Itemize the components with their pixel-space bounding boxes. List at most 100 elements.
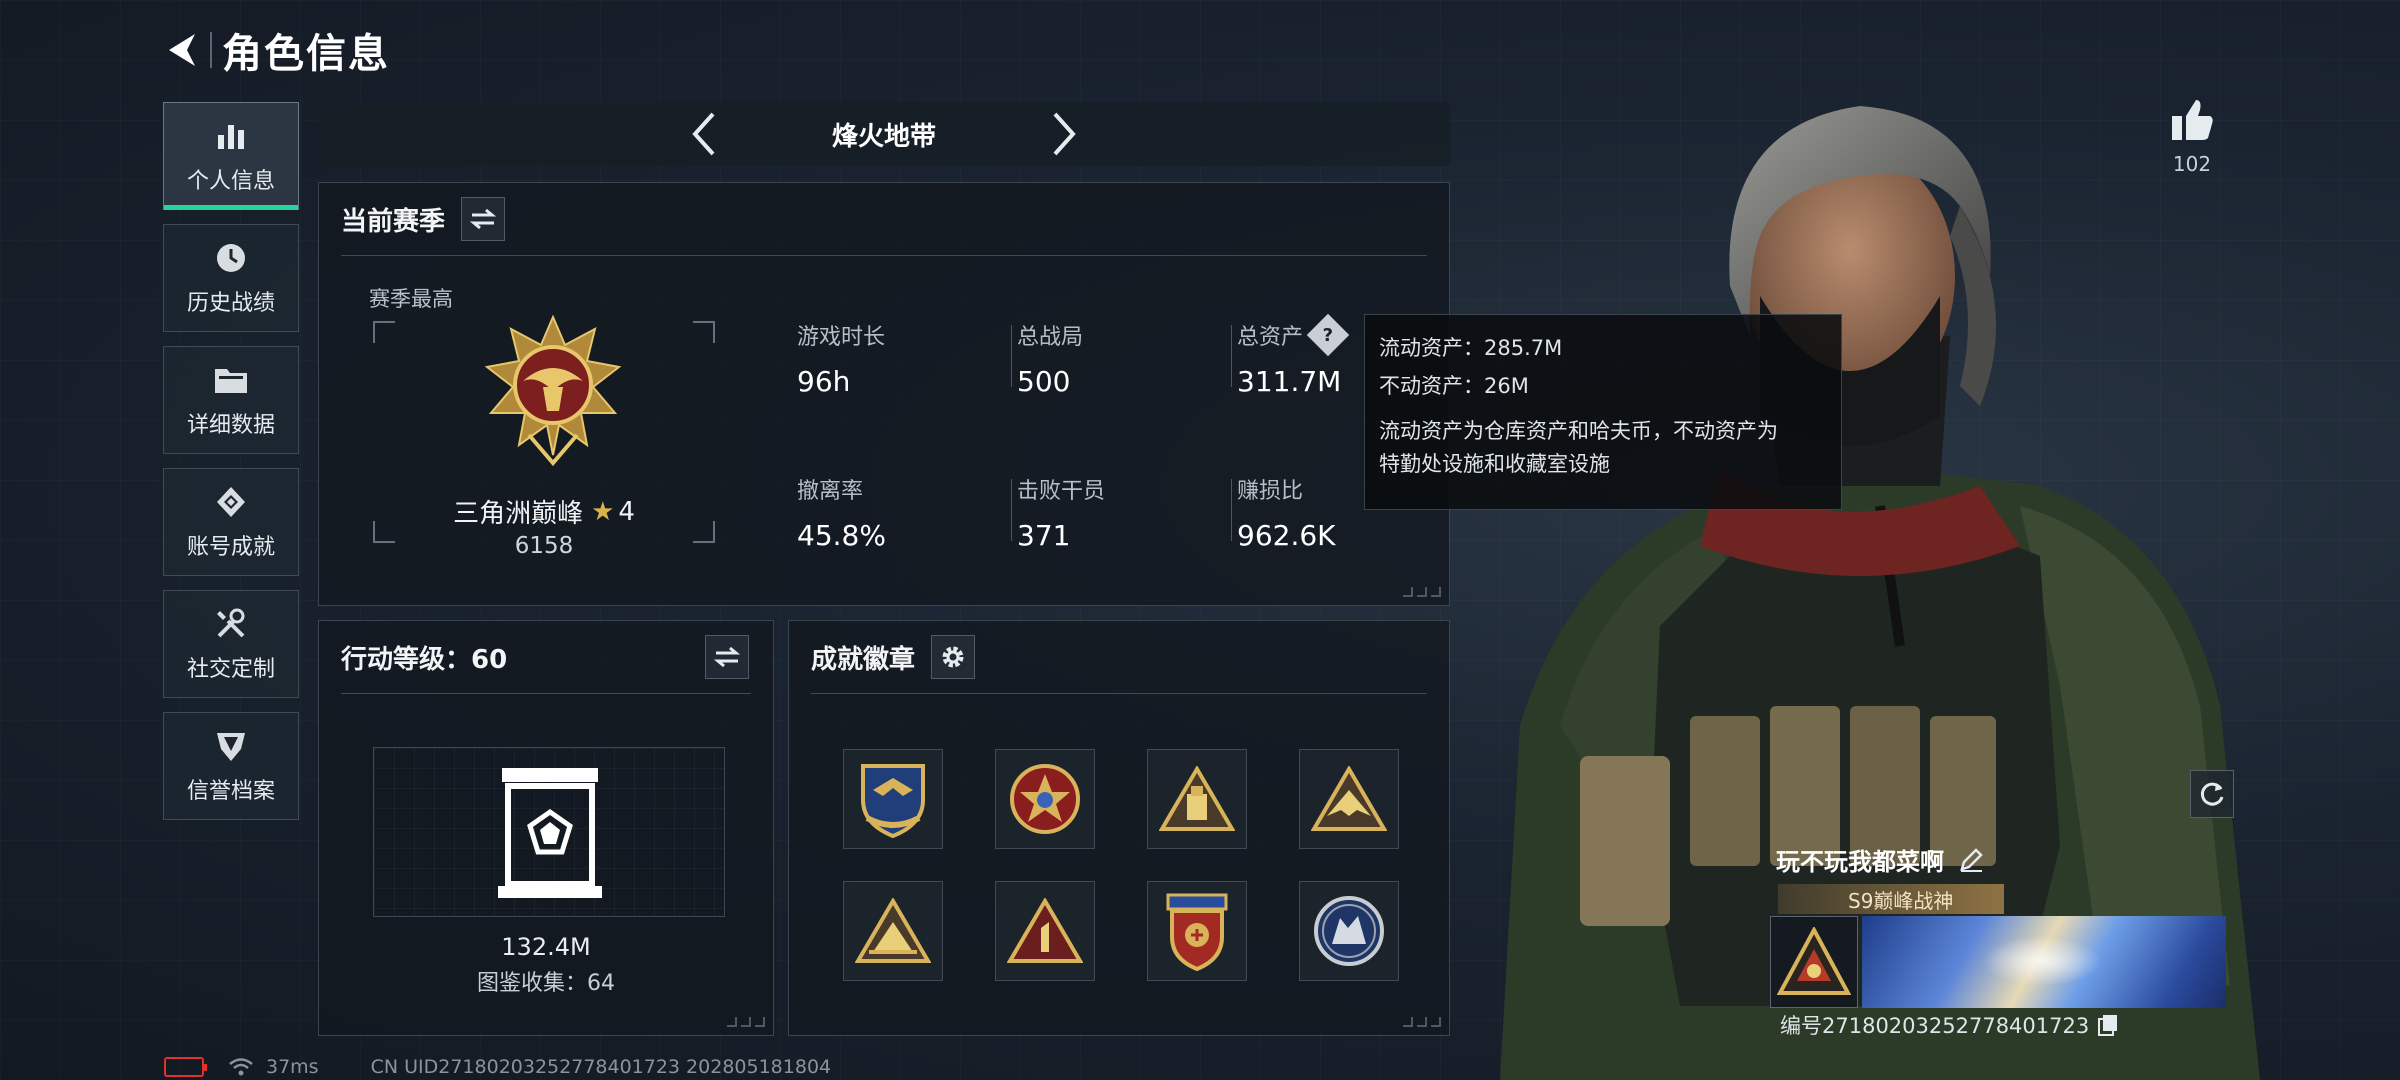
mode-next-button[interactable] (1039, 106, 1089, 162)
mode-selector: 烽火地带 (318, 102, 1450, 166)
badge-grid (843, 749, 1399, 981)
triangle-pyramid-badge-icon (855, 898, 931, 963)
corner-decoration (1403, 1017, 1441, 1027)
back-button[interactable] (160, 27, 206, 73)
sidebar-item-reputation[interactable]: 信誉档案 (163, 712, 299, 820)
badge-slot[interactable] (1299, 749, 1399, 849)
status-bar: 37ms CN UID271802032527784017​23 2028051… (164, 1054, 831, 1080)
badge-slot[interactable] (843, 749, 943, 849)
player-name-text: 玩不玩我都菜啊 (1776, 848, 1944, 876)
card-emblem (1770, 916, 1858, 1008)
collection-case-icon (498, 768, 602, 898)
tooltip-description-line2: 特勤处设施和收藏室设施 (1379, 452, 1610, 476)
stat-label-row: 总资产 ? (1237, 313, 1367, 357)
player-id: 编号271802032527784017​23 (1780, 1010, 2119, 1040)
help-icon[interactable]: ? (1306, 313, 1350, 357)
sidebar-item-label: 社交定制 (186, 657, 275, 682)
corner-decoration (727, 1017, 765, 1027)
tooltip-liquid-assets: 流动资产：285.7M (1379, 336, 1563, 360)
rank-name: 三角洲巅峰 (453, 499, 584, 529)
stat-play-time: 游戏时长 96h (797, 319, 997, 398)
badge-slot[interactable] (1299, 881, 1399, 981)
stat-value: 371 (1017, 519, 1071, 552)
triangle-tower-badge-icon (1159, 766, 1235, 831)
bar-chart-icon (212, 117, 250, 155)
shield-icon (212, 727, 250, 765)
season-header: 当前赛季 (341, 197, 506, 241)
stat-value: 311.7M (1237, 365, 1342, 398)
mode-prev-button[interactable] (679, 106, 729, 162)
sidebar-item-label: 信誉档案 (186, 779, 275, 804)
crest-badge-icon (1166, 893, 1228, 971)
uid-text: CN UID271802032527784017​23 202805181804 (370, 1056, 832, 1078)
stat-label: 总战局 (1017, 325, 1084, 350)
edit-icon[interactable] (1958, 847, 1984, 873)
page-title: 角色信息 (222, 31, 390, 77)
header-divider (210, 32, 212, 68)
triangle-wings-badge-icon (1311, 766, 1387, 831)
title-badge[interactable]: S9巅峰战神 (1778, 884, 2004, 914)
gear-icon (942, 646, 964, 668)
season-best-label: 赛季最高 (369, 287, 453, 311)
round-wolf-badge-icon (1314, 896, 1384, 966)
stat-total-matches: 总战局 500 (1017, 319, 1217, 398)
rank-emblem-icon (484, 315, 622, 467)
season-switch-button[interactable] (461, 197, 506, 241)
thumbs-up-icon[interactable] (2168, 96, 2216, 144)
rotate-icon (2200, 782, 2224, 806)
season-title: 当前赛季 (341, 206, 446, 237)
level-title: 行动等级：60 (341, 644, 508, 675)
player-name: 玩不玩我都菜啊 (1776, 842, 1984, 877)
tooltip-description-line1: 流动资产为仓库资产和哈夫币，不动资产为 (1379, 419, 1778, 443)
badge-slot[interactable] (1147, 881, 1247, 981)
stat-label: 总资产 (1237, 325, 1304, 350)
stat-label: 赚损比 (1237, 479, 1304, 504)
player-id-text: 编号271802032527784017​23 (1780, 1014, 2090, 1038)
folder-icon (212, 361, 250, 399)
collection-label: 图鉴收集：64 (477, 971, 615, 996)
sidebar-item-history[interactable]: 历史战绩 (163, 224, 299, 332)
rank-triangle-emblem-icon (1777, 927, 1851, 995)
page-header: 角色信息 (160, 22, 390, 78)
stat-value: 500 (1017, 365, 1071, 398)
wifi-icon (228, 1057, 254, 1077)
player-card[interactable] (1770, 916, 2226, 1008)
sidebar-item-personal-info[interactable]: 个人信息 (163, 102, 299, 210)
sidebar-item-achievements[interactable]: 账号成就 (163, 468, 299, 576)
stat-value: 96h (797, 365, 851, 398)
eagle-shield-badge-icon (861, 764, 925, 838)
level-panel: 行动等级：60 132.4M 图鉴收集：64 (318, 620, 774, 1036)
collection-card[interactable] (373, 747, 725, 917)
battery-icon (164, 1057, 207, 1077)
tooltip-fixed-assets: 不动资产：26M (1379, 374, 1529, 398)
corner-decoration (1403, 587, 1441, 597)
copy-icon[interactable] (2097, 1013, 2119, 1037)
rank-name-row: 三角洲巅峰 ★ 4 (373, 493, 715, 530)
rotate-model-button[interactable] (2190, 770, 2234, 818)
stat-divider (1011, 479, 1012, 541)
badge-slot[interactable] (995, 749, 1095, 849)
badge-slot[interactable] (1147, 749, 1247, 849)
stat-value: 45.8% (797, 519, 886, 552)
red-seal-badge-icon (1010, 764, 1080, 834)
level-switch-button[interactable] (705, 635, 749, 679)
stat-profit-loss: 赚损比 962.6K (1237, 473, 1367, 552)
sidebar-item-social[interactable]: 社交定制 (163, 590, 299, 698)
badge-slot[interactable] (843, 881, 943, 981)
sidebar: 个人信息 历史战绩 详细数据 账号成就 社交定制 信誉档案 (163, 102, 299, 834)
rank-card[interactable]: 三角洲巅峰 ★ 4 6158 (373, 315, 715, 559)
stat-label: 游戏时长 (797, 325, 886, 350)
sidebar-item-detailed-data[interactable]: 详细数据 (163, 346, 299, 454)
chevron-left-icon (692, 112, 715, 156)
stat-value: 962.6K (1237, 519, 1336, 552)
stat-operators-defeated: 击败干员 371 (1017, 473, 1217, 552)
chevron-right-icon (1053, 112, 1076, 156)
latency-text: 37ms (266, 1056, 319, 1078)
rank-star-icon: ★ (591, 496, 615, 527)
card-banner (1862, 916, 2226, 1008)
badges-settings-button[interactable] (931, 635, 976, 679)
season-panel: 当前赛季 赛季最高 三角洲巅峰 ★ 4 6158 游戏时长 96h 总战局 50… (318, 182, 1450, 606)
triangle-number-badge-icon (1007, 898, 1083, 963)
stat-label: 击败干员 (1017, 479, 1106, 504)
badge-slot[interactable] (995, 881, 1095, 981)
